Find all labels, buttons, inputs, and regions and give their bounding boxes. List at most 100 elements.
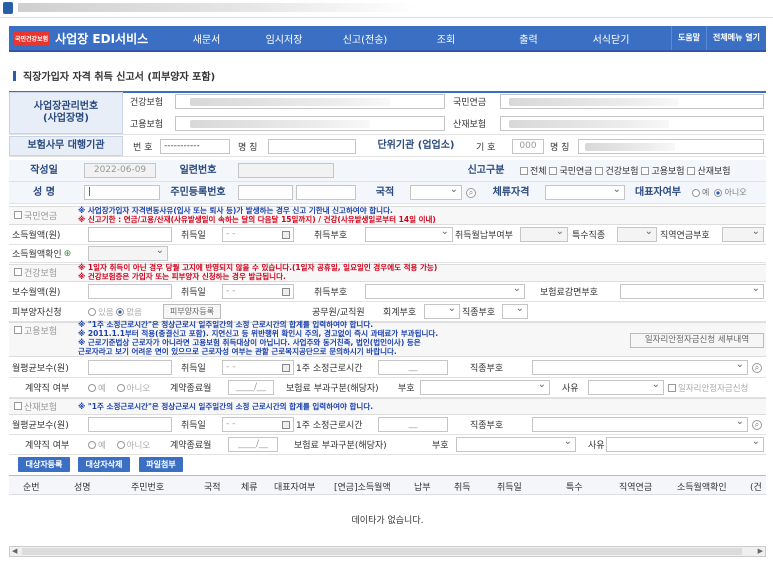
menu-close-form[interactable]: 서식닫기 [571, 31, 651, 46]
stay-select[interactable] [545, 185, 625, 200]
report-health-checkbox[interactable] [595, 166, 604, 175]
col-special[interactable]: 특수 [566, 480, 583, 493]
agent-no-field[interactable]: ----------- [160, 139, 230, 154]
menu-report-send[interactable]: 신고(전송) [324, 31, 406, 46]
register-target-button[interactable]: 대상자등록 [18, 457, 70, 472]
col-name[interactable]: 성명 [74, 480, 91, 493]
rrn-back-input[interactable] [296, 185, 356, 200]
pension-special-select[interactable] [617, 227, 657, 242]
pension-occ-select[interactable] [722, 227, 764, 242]
code-field[interactable]: 000 [512, 139, 544, 154]
serial-field[interactable] [238, 163, 334, 178]
menu-print[interactable]: 출력 [486, 31, 571, 46]
calendar-icon[interactable] [282, 364, 290, 372]
employ-contract-no-radio[interactable] [116, 383, 125, 392]
date-field[interactable]: 2022-06-09 [84, 163, 156, 178]
col-stay[interactable]: 체류 [241, 480, 258, 493]
industrial-avg-pay-input[interactable] [88, 417, 172, 432]
pension-pay-select[interactable] [520, 227, 568, 242]
pension-income-input[interactable] [88, 227, 172, 242]
pension-checkbox[interactable] [14, 211, 22, 219]
rep-no-radio[interactable] [714, 188, 723, 197]
dependent-yes-radio[interactable] [88, 307, 96, 316]
employ-levy-code-select[interactable] [420, 380, 550, 395]
scroll-right-icon[interactable]: ▶ [758, 547, 763, 555]
attach-file-button[interactable]: 파일첨부 [139, 457, 183, 472]
col-seq[interactable]: 순번 [23, 480, 40, 493]
rrn-front-input[interactable] [238, 185, 293, 200]
col-rep[interactable]: 대표자여부 [274, 480, 315, 493]
agent-name-field[interactable] [268, 139, 356, 154]
employ-acq-date-input[interactable]: - - [222, 360, 294, 375]
delete-target-button[interactable]: 대상자삭제 [78, 457, 130, 472]
employ-job-select[interactable] [532, 360, 748, 375]
pension-acq-date-input[interactable]: - - [222, 227, 294, 242]
col-nation[interactable]: 국적 [204, 480, 221, 493]
dependent-register-button[interactable]: 피부양자등록 [163, 304, 221, 319]
col-health[interactable]: (건 [750, 480, 762, 493]
report-industrial-checkbox[interactable] [687, 166, 696, 175]
scroll-left-icon[interactable]: ◀ [12, 547, 17, 555]
industrial-checkbox[interactable] [14, 402, 22, 410]
employ-checkbox[interactable] [14, 326, 22, 334]
health-checkbox[interactable] [14, 268, 22, 276]
industrial-job-search-icon[interactable]: ⌕ [752, 419, 762, 430]
industrial-contract-yes-radio[interactable] [88, 440, 96, 449]
horizontal-scrollbar[interactable]: ◀ ▶ [9, 546, 766, 557]
col-acq[interactable]: 취득 [454, 480, 471, 493]
employ-hours-input[interactable]: __ [378, 360, 448, 375]
employ-reason-select[interactable] [588, 380, 664, 395]
industrial-contract-no-radio[interactable] [116, 440, 125, 449]
nationality-select[interactable] [410, 185, 462, 200]
employ-job-search-icon[interactable]: ⌕ [752, 362, 762, 373]
biz-employ-field[interactable] [175, 116, 445, 131]
health-acq-code-select[interactable] [365, 284, 525, 299]
col-occ-pension[interactable]: 직역연금 [619, 480, 652, 493]
biz-industrial-field[interactable] [500, 116, 764, 131]
employ-avg-pay-input[interactable] [88, 360, 172, 375]
col-rrn[interactable]: 주민번호 [131, 480, 164, 493]
industrial-reason-select[interactable] [606, 437, 764, 452]
calendar-icon[interactable] [282, 421, 290, 429]
health-note1: ※ 1일자 취득이 아닌 경우 당월 고지에 반영되지 않을 수 있습니다.(1… [78, 263, 438, 272]
report-pension-checkbox[interactable] [549, 166, 558, 175]
name-input[interactable]: | [84, 185, 160, 200]
income-check-icon[interactable]: ⊕ [64, 249, 72, 259]
pension-acq-code-select[interactable] [365, 227, 453, 242]
menu-temp-save[interactable]: 임시저장 [244, 31, 324, 46]
menu-inquiry[interactable]: 조회 [406, 31, 486, 46]
scroll-thumb[interactable] [22, 548, 742, 555]
industrial-levy-code-select[interactable] [456, 437, 576, 452]
health-acq-date-input[interactable]: - - [222, 284, 294, 299]
help-button[interactable]: 도움말 [670, 26, 706, 50]
biz-pension-field[interactable] [500, 94, 764, 109]
employ-contract-end-input[interactable]: ____/__ [228, 380, 274, 395]
dependent-no-radio[interactable] [116, 307, 125, 316]
employ-contract-yes-radio[interactable] [88, 383, 96, 392]
industrial-hours-input[interactable]: __ [378, 417, 448, 432]
support-detail-button[interactable]: 일자리안정자금신청 세부내역 [630, 333, 764, 348]
industrial-job-select[interactable] [532, 417, 748, 432]
report-employ-checkbox[interactable] [641, 166, 650, 175]
all-menu-button[interactable]: 전체메뉴 열기 [706, 26, 766, 50]
col-payment[interactable]: 납부 [414, 480, 431, 493]
health-reduce-select[interactable] [620, 284, 764, 299]
health-job-select[interactable] [502, 304, 528, 319]
report-all-checkbox[interactable] [520, 166, 528, 175]
nationality-search-icon[interactable]: ⌕ [466, 187, 476, 198]
name2-field[interactable] [578, 139, 764, 154]
menu-new-document[interactable]: 새문서 [169, 31, 244, 46]
rep-yes-radio[interactable] [692, 188, 700, 197]
col-pension-income[interactable]: [연금]소득월액 [334, 480, 391, 493]
industrial-acq-date-input[interactable]: - - [222, 417, 294, 432]
income-check-select[interactable] [88, 246, 168, 261]
industrial-contract-end-input[interactable]: ____/__ [228, 437, 278, 452]
col-acq-date[interactable]: 취득일 [497, 480, 522, 493]
calendar-icon[interactable] [282, 231, 290, 239]
health-pay-input[interactable] [88, 284, 172, 299]
biz-health-field[interactable] [175, 94, 445, 109]
col-income-check[interactable]: 소득월액확인 [677, 480, 727, 493]
employ-support-checkbox[interactable] [668, 383, 676, 392]
account-select[interactable] [424, 304, 460, 319]
calendar-icon[interactable] [282, 288, 290, 296]
